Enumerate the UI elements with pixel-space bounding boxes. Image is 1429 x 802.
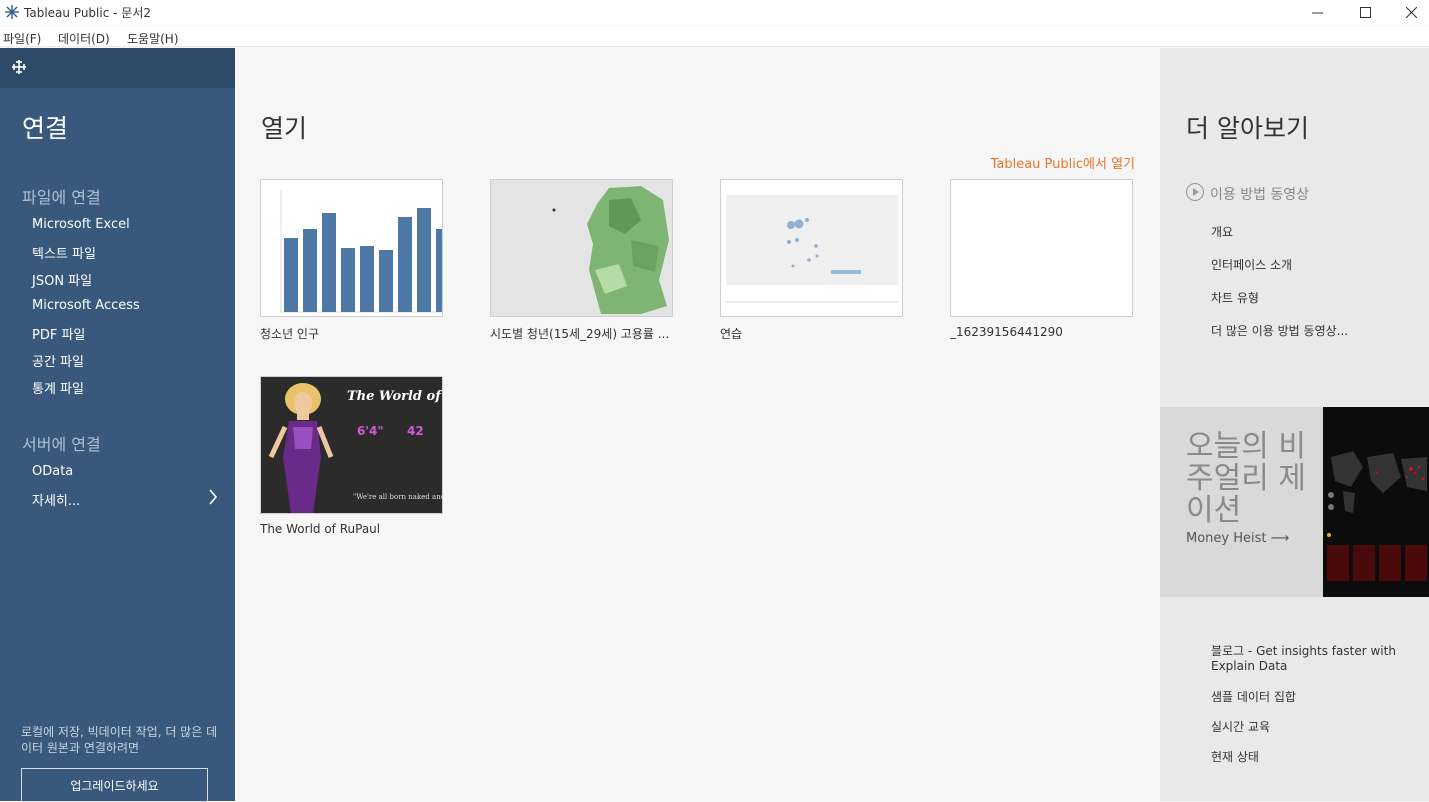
open-heading: 열기 [261,114,308,143]
connect-item-spatial[interactable]: 공간 파일 [32,351,84,370]
workbook-thumbnail[interactable]: The World of 6'4" 42 "We're all born nak… [260,376,443,514]
video-link-chart-types[interactable]: 차트 유형 [1211,289,1259,306]
votd-map-image [1327,451,1427,581]
status-link[interactable]: 현재 상태 [1211,750,1411,765]
menu-file[interactable]: 파일(F) [3,30,41,47]
workbook-card[interactable]: 시도별 청년(15세_29세) 고용률 ... [490,179,673,342]
tableau-logo-icon[interactable] [10,58,28,76]
video-section-title[interactable]: 이용 방법 동영상 [1210,184,1309,204]
open-from-public-link[interactable]: Tableau Public에서 열기 [991,153,1135,172]
workbook-label[interactable]: 연습 [720,325,903,342]
workbook-thumbnail[interactable] [950,179,1133,317]
minimize-button[interactable] [1294,0,1340,25]
workbook-label[interactable]: 시도별 청년(15세_29세) 고용률 ... [490,325,673,342]
connect-item-pdf[interactable]: PDF 파일 [32,324,85,343]
menu-help[interactable]: 도움말(H) [127,30,179,47]
play-icon[interactable] [1186,183,1204,201]
workbook-label[interactable]: 청소년 인구 [260,325,443,342]
rupaul-thumb-stat2: 42 [407,424,424,438]
upgrade-button[interactable]: 업그레이드하세요 [21,768,208,802]
sidebar-top-strip [0,48,235,88]
maximize-icon [1359,7,1371,18]
file-connect-section: 파일에 연결 [22,188,101,207]
open-panel: 열기 Tableau Public에서 열기 청소년 인구 시도별 청년(15세… [235,48,1160,801]
title-bar: Tableau Public - 문서2 [0,0,1429,25]
maximize-button[interactable] [1342,0,1388,25]
learn-panel: 더 알아보기 이용 방법 동영상 개요 인터페이스 소개 차트 유형 더 많은 … [1160,48,1429,801]
workbook-thumbnail[interactable] [260,179,443,317]
learn-heading: 더 알아보기 [1186,114,1309,143]
tableau-logo-icon [5,5,19,19]
menu-data[interactable]: 데이터(D) [58,30,110,47]
workbook-thumbnail[interactable] [490,179,673,317]
votd-thumbnail[interactable] [1323,407,1429,597]
workbook-label[interactable]: The World of RuPaul [260,522,443,536]
server-connect-section: 서버에 연결 [22,435,101,454]
votd-title: 오늘의 비주얼리 제이션 [1186,429,1306,528]
workbook-label[interactable]: _16239156441290 [950,325,1133,339]
votd-link[interactable]: Money Heist ⟶ [1186,531,1289,546]
chevron-right-icon[interactable] [208,489,218,505]
rupaul-thumb-quote: "We're all born naked and the [353,493,442,501]
scatter-thumbnail [726,195,898,303]
rupaul-thumb-stat1: 6'4" [357,424,384,438]
sample-data-link[interactable]: 샘플 데이터 집합 [1211,690,1411,705]
connect-item-statistical[interactable]: 통계 파일 [32,378,84,397]
connect-item-access[interactable]: Microsoft Access [32,298,140,313]
minimize-icon [1311,12,1323,14]
bar-chart-thumbnail [280,190,442,313]
workbook-card[interactable]: 청소년 인구 [260,179,443,342]
connect-heading: 연결 [22,114,69,143]
connect-panel: 연결 파일에 연결 Microsoft Excel 텍스트 파일 JSON 파일… [0,48,235,802]
live-training-link[interactable]: 실시간 교육 [1211,720,1411,735]
workbook-thumbnail[interactable] [720,179,903,317]
close-button[interactable] [1388,0,1429,25]
map-thumbnail [552,186,669,314]
workbook-card[interactable]: The World of 6'4" 42 "We're all born nak… [260,376,443,536]
workbook-card[interactable]: _16239156441290 [950,179,1133,339]
connect-item-text[interactable]: 텍스트 파일 [32,243,96,262]
workbook-card[interactable]: 연습 [720,179,903,342]
rupaul-thumb-title: The World of [347,389,441,404]
connect-item-odata[interactable]: OData [32,464,73,479]
close-icon [1405,7,1417,18]
menu-bar: 파일(F) 데이터(D) 도움말(H) [0,26,1429,47]
rupaul-figure-image [268,383,334,513]
video-link-more[interactable]: 더 많은 이용 방법 동영상... [1211,322,1348,339]
video-link-interface[interactable]: 인터페이스 소개 [1211,256,1292,273]
video-link-overview[interactable]: 개요 [1211,223,1233,240]
upgrade-footnote: 로컬에 저장, 빅데이터 작업, 더 많은 데이터 원본과 연결하려면 [21,725,218,755]
connect-item-excel[interactable]: Microsoft Excel [32,217,130,232]
connect-item-json[interactable]: JSON 파일 [32,270,92,289]
viz-of-the-day[interactable]: 오늘의 비주얼리 제이션 Money Heist ⟶ [1160,407,1429,597]
window-title: Tableau Public - 문서2 [24,6,151,20]
connect-item-more[interactable]: 자세히... [32,490,80,509]
blog-link[interactable]: 블로그 - Get insights faster with Explain D… [1211,644,1411,674]
